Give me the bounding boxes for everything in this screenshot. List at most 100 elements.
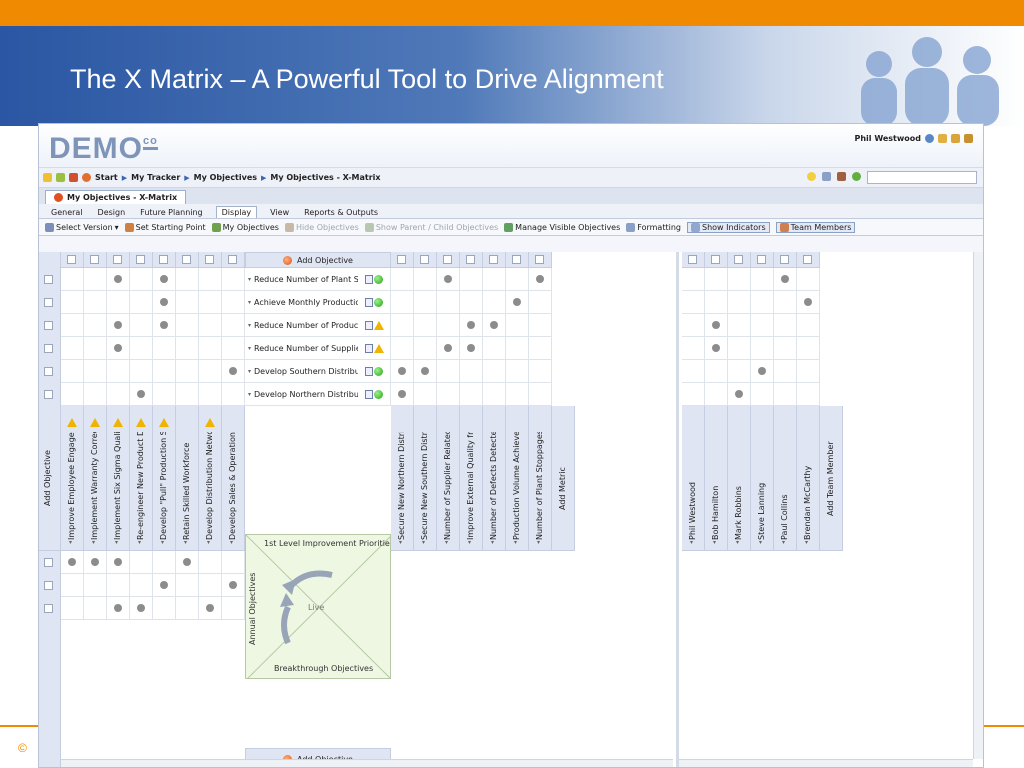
row-checkbox[interactable]	[44, 581, 53, 590]
matrix-cell[interactable]	[130, 574, 153, 597]
matrix-cell[interactable]	[222, 268, 245, 291]
matrix-cell[interactable]	[153, 291, 176, 314]
breadcrumb-my-tracker[interactable]: My Tracker	[131, 173, 180, 182]
matrix-cell[interactable]	[529, 268, 552, 291]
expand-arrow-icon[interactable]: ▾	[161, 539, 164, 546]
matrix-cell[interactable]	[728, 383, 751, 406]
matrix-cell[interactable]	[199, 314, 222, 337]
matrix-cell[interactable]	[176, 337, 199, 360]
expand-arrow-icon[interactable]: ▾	[736, 539, 739, 546]
matrix-cell[interactable]	[153, 574, 176, 597]
metric-column-checkbox[interactable]	[466, 255, 475, 264]
matrix-cell[interactable]	[391, 268, 414, 291]
metric-column[interactable]: Production Volume Achievement v ▾	[506, 406, 529, 551]
matrix-cell[interactable]	[153, 337, 176, 360]
priority-column[interactable]: Re-engineer New Product Dev ▾	[130, 406, 153, 551]
expand-arrow-icon[interactable]: ▾	[514, 539, 517, 546]
matrix-cell[interactable]	[199, 268, 222, 291]
matrix-cell[interactable]	[199, 360, 222, 383]
matrix-cell[interactable]	[176, 268, 199, 291]
row-checkbox[interactable]	[44, 367, 53, 376]
matrix-cell[interactable]	[222, 291, 245, 314]
matrix-cell[interactable]	[483, 291, 506, 314]
expand-arrow-icon[interactable]: ▾	[248, 299, 251, 306]
document-icon[interactable]	[365, 390, 373, 399]
matrix-cell[interactable]	[414, 291, 437, 314]
exit-icon[interactable]	[964, 134, 973, 143]
matrix-cell[interactable]	[84, 337, 107, 360]
add-team-member-button[interactable]: Add Team Member	[820, 406, 843, 551]
matrix-cell[interactable]	[774, 314, 797, 337]
priority-column-checkbox[interactable]	[159, 255, 168, 264]
tab-xmatrix[interactable]: My Objectives - X-Matrix	[45, 190, 187, 204]
matrix-cell[interactable]	[222, 597, 245, 620]
matrix-cell[interactable]	[506, 383, 529, 406]
matrix-cell[interactable]	[130, 314, 153, 337]
expand-arrow-icon[interactable]: ▾	[759, 539, 762, 546]
expand-arrow-icon[interactable]: ▾	[248, 368, 251, 375]
matrix-cell[interactable]	[437, 383, 460, 406]
matrix-cell[interactable]	[61, 314, 84, 337]
row-checkbox[interactable]	[44, 298, 53, 307]
matrix-cell[interactable]	[751, 383, 774, 406]
add-objective-left-button[interactable]: Add Objective	[43, 426, 52, 506]
priority-column-checkbox[interactable]	[136, 255, 145, 264]
priority-column[interactable]: Develop "Pull" Production Syst ▾	[153, 406, 176, 551]
matrix-cell[interactable]	[751, 360, 774, 383]
expand-arrow-icon[interactable]: ▾	[445, 539, 448, 546]
matrix-cell[interactable]	[84, 383, 107, 406]
expand-arrow-icon[interactable]: ▾	[491, 539, 494, 546]
matrix-cell[interactable]	[222, 360, 245, 383]
metric-column-checkbox[interactable]	[489, 255, 498, 264]
tools-icon[interactable]	[822, 172, 831, 181]
horizontal-scrollbar-right[interactable]	[679, 759, 973, 767]
expand-arrow-icon[interactable]: ▾	[207, 539, 210, 546]
expand-arrow-icon[interactable]: ▾	[690, 539, 693, 546]
metric-column[interactable]: Improve External Quality from 80 ▾	[460, 406, 483, 551]
matrix-cell[interactable]	[391, 360, 414, 383]
expand-arrow-icon[interactable]: ▾	[713, 539, 716, 546]
my-objectives-button[interactable]: My Objectives	[211, 222, 279, 232]
matrix-cell[interactable]	[391, 291, 414, 314]
matrix-cell[interactable]	[705, 337, 728, 360]
matrix-cell[interactable]	[130, 597, 153, 620]
matrix-cell[interactable]	[751, 291, 774, 314]
metric-column[interactable]: Secure New Northern Distributors ▾	[391, 406, 414, 551]
matrix-cell[interactable]	[130, 337, 153, 360]
matrix-cell[interactable]	[529, 314, 552, 337]
matrix-cell[interactable]	[130, 383, 153, 406]
matrix-cell[interactable]	[682, 360, 705, 383]
team-member-column[interactable]: Steve Lanning ▾	[751, 406, 774, 551]
matrix-cell[interactable]	[176, 574, 199, 597]
breadcrumb-my-objectives[interactable]: My Objectives	[194, 173, 257, 182]
matrix-cell[interactable]	[107, 551, 130, 574]
matrix-cell[interactable]	[107, 314, 130, 337]
row-checkbox[interactable]	[44, 604, 53, 613]
document-icon[interactable]	[365, 298, 373, 307]
home-icon[interactable]	[69, 173, 78, 182]
matrix-cell[interactable]	[506, 268, 529, 291]
matrix-cell[interactable]	[176, 291, 199, 314]
expand-arrow-icon[interactable]: ▾	[248, 391, 251, 398]
lightbulb-icon[interactable]	[807, 172, 816, 181]
matrix-cell[interactable]	[176, 314, 199, 337]
matrix-cell[interactable]	[61, 337, 84, 360]
expand-arrow-icon[interactable]: ▾	[805, 539, 808, 546]
expand-arrow-icon[interactable]: ▾	[248, 276, 251, 283]
matrix-cell[interactable]	[107, 337, 130, 360]
demo-logo[interactable]: DEMOco	[49, 132, 158, 166]
matrix-cell[interactable]	[483, 314, 506, 337]
select-version-button[interactable]: Select Version ▾	[45, 222, 119, 232]
matrix-cell[interactable]	[774, 360, 797, 383]
priority-column[interactable]: Implement Warranty Correctiv ▾	[84, 406, 107, 551]
matrix-cell[interactable]	[705, 360, 728, 383]
matrix-cell[interactable]	[774, 383, 797, 406]
show-indicators-toggle[interactable]: Show Indicators	[686, 221, 770, 233]
tab-future-planning[interactable]: Future Planning	[138, 207, 204, 218]
priority-column[interactable]: Develop Sales & Operations Pl ▾	[222, 406, 245, 551]
matrix-cell[interactable]	[797, 291, 820, 314]
matrix-cell[interactable]	[107, 291, 130, 314]
matrix-cell[interactable]	[460, 268, 483, 291]
metric-column-checkbox[interactable]	[420, 255, 429, 264]
matrix-cell[interactable]	[176, 383, 199, 406]
